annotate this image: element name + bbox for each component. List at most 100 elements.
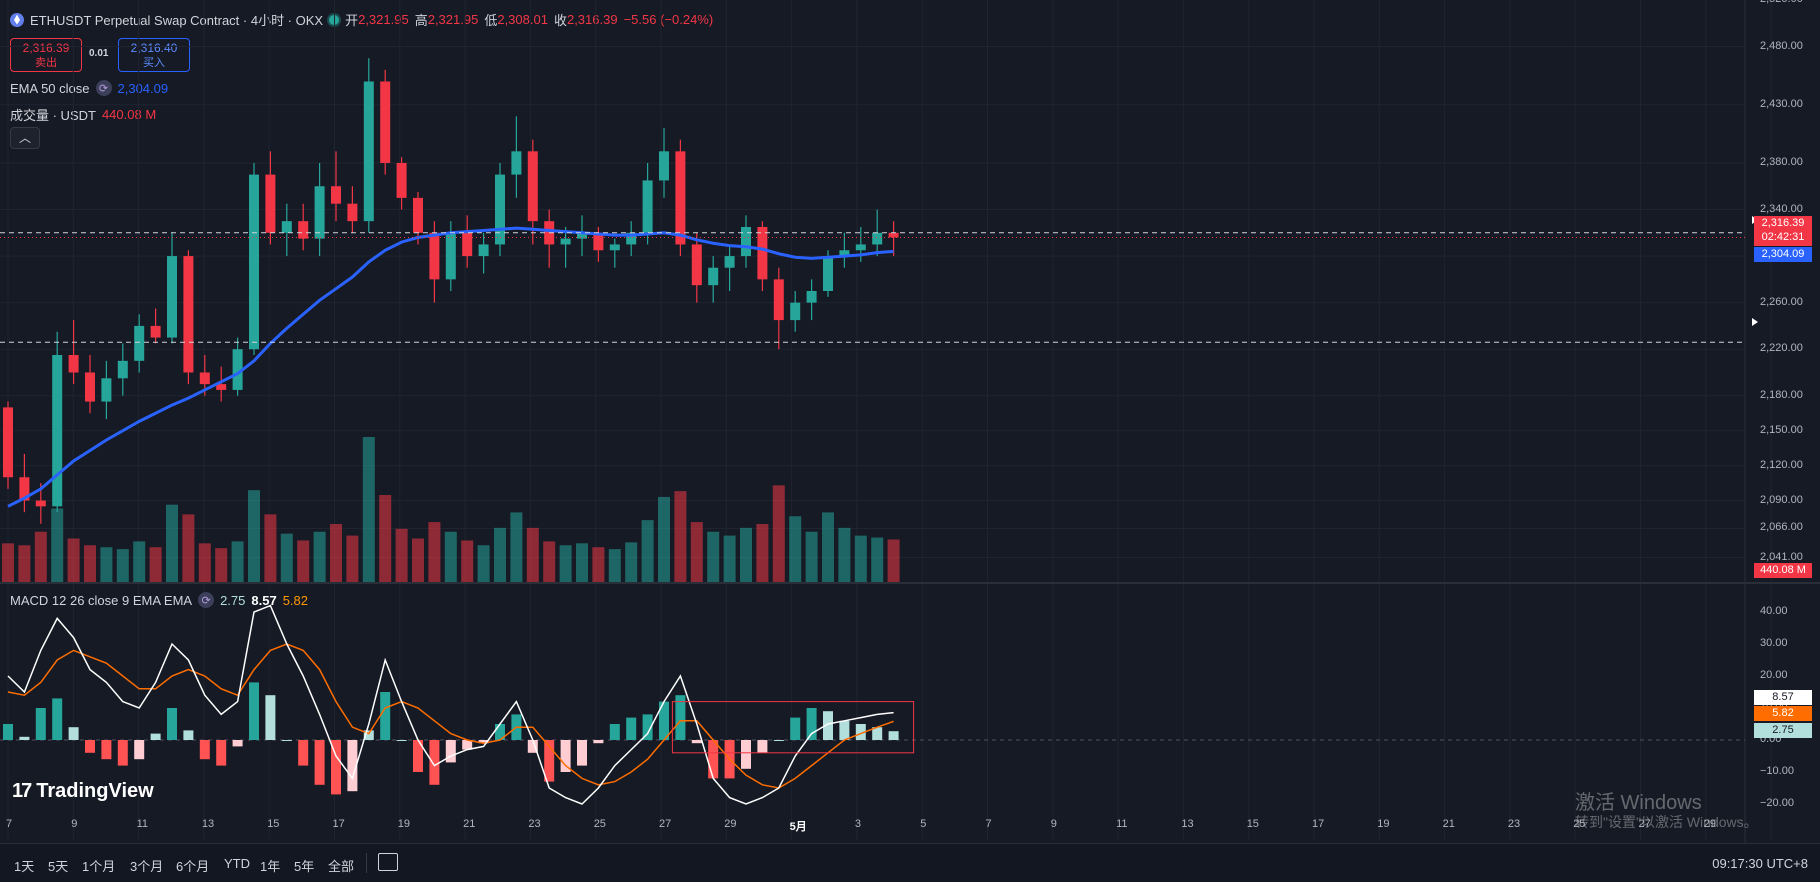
macd-histogram-bar bbox=[101, 740, 112, 760]
volume-bar bbox=[149, 547, 162, 582]
range-button[interactable]: 3个月 bbox=[130, 856, 163, 875]
candle-body bbox=[790, 302, 801, 321]
volume-bar bbox=[330, 524, 342, 582]
volume-bar bbox=[215, 548, 228, 582]
macd-histogram-bar bbox=[68, 727, 79, 740]
time-axis-label: 9 bbox=[71, 818, 78, 830]
macd-histogram-bar bbox=[593, 740, 604, 744]
candle-body bbox=[117, 360, 128, 379]
macd-histogram-bar bbox=[445, 740, 456, 763]
time-axis-label: 13 bbox=[201, 818, 215, 830]
candle-body bbox=[167, 256, 177, 338]
candle-body bbox=[314, 186, 325, 239]
range-button[interactable]: 全部 bbox=[328, 856, 354, 875]
range-button[interactable]: 5天 bbox=[48, 856, 68, 875]
price-axis-label: 2,340.00 bbox=[1760, 202, 1803, 215]
candle-body bbox=[511, 151, 522, 175]
candle-body bbox=[429, 232, 440, 280]
date-range-icon[interactable] bbox=[378, 853, 398, 871]
macd-histogram-bar bbox=[281, 740, 292, 741]
macd-axis-label: 40.00 bbox=[1760, 605, 1788, 617]
price-axis-label: 2,520.00 bbox=[1760, 0, 1803, 5]
candle-body bbox=[3, 407, 13, 478]
volume-bar bbox=[412, 538, 424, 582]
candle-body bbox=[52, 355, 63, 507]
volume-bar bbox=[67, 538, 80, 582]
volume-bar bbox=[51, 508, 64, 582]
clock[interactable]: 09:17:30 UTC+8 bbox=[1712, 856, 1808, 871]
macd-histogram-bar bbox=[298, 740, 309, 766]
macd-histogram-bar bbox=[265, 695, 276, 740]
windows-activation-hint: 转到"设置"以激活 Windows。 bbox=[1575, 814, 1758, 830]
macd-histogram-bar bbox=[773, 740, 784, 741]
price-chart[interactable] bbox=[0, 0, 1820, 843]
macd-signal-line bbox=[7, 643, 894, 789]
candle-body bbox=[85, 372, 95, 402]
last-price-tag: 2,316.39 02:42:31 bbox=[1754, 216, 1812, 246]
macd-legend[interactable]: MACD 12 26 close 9 EMA EMA ⟳ 2.75 8.57 5… bbox=[10, 592, 308, 608]
candle-body bbox=[150, 325, 161, 338]
time-axis-label: 9 bbox=[1050, 818, 1057, 830]
candle-body bbox=[527, 151, 538, 222]
price-axis-label: 2,380.00 bbox=[1760, 155, 1803, 168]
volume-bar bbox=[625, 542, 638, 582]
volume-bar bbox=[674, 491, 687, 582]
candle-body bbox=[495, 174, 505, 245]
volume-bar bbox=[822, 512, 834, 582]
candle-body bbox=[298, 221, 309, 239]
time-axis-label: 21 bbox=[1442, 818, 1455, 830]
macd-legend-signal: 5.82 bbox=[282, 592, 309, 608]
macd-histogram-bar bbox=[216, 740, 227, 766]
range-button[interactable]: 1年 bbox=[260, 856, 280, 875]
macd-histogram-bar bbox=[708, 740, 719, 779]
candle-body bbox=[134, 325, 145, 361]
candle-body bbox=[347, 203, 358, 222]
volume-bar bbox=[248, 490, 260, 582]
candle-body bbox=[757, 226, 768, 280]
volume-bar bbox=[34, 531, 47, 582]
hist-tag: 2.75 bbox=[1754, 723, 1812, 738]
volume-bar bbox=[166, 504, 178, 582]
volume-bar bbox=[280, 533, 293, 582]
price-axis-label: 2,260.00 bbox=[1760, 295, 1803, 308]
range-button[interactable]: 6个月 bbox=[176, 856, 209, 875]
macd-histogram-bar bbox=[19, 736, 30, 740]
range-button[interactable]: 5年 bbox=[294, 856, 314, 875]
volume-bar bbox=[379, 495, 392, 582]
volume-bar bbox=[543, 541, 556, 582]
volume-bar bbox=[789, 516, 802, 582]
volume-bar bbox=[658, 496, 670, 582]
tradingview-icon: 17 bbox=[12, 780, 32, 802]
time-axis-label: 17 bbox=[332, 818, 345, 830]
macd-axis-label: 20.00 bbox=[1760, 669, 1788, 681]
macd-histogram-bar bbox=[150, 733, 161, 740]
candle-body bbox=[413, 197, 423, 233]
macd-legend-hist: 2.75 bbox=[220, 592, 246, 608]
candle-body bbox=[101, 378, 112, 402]
range-button[interactable]: YTD bbox=[224, 856, 250, 871]
candle-body bbox=[659, 151, 669, 181]
macd-histogram-bar bbox=[134, 740, 145, 760]
range-button[interactable]: 1个月 bbox=[82, 856, 115, 875]
macd-axis-label: 30.00 bbox=[1760, 637, 1788, 649]
macd-histogram-bar bbox=[757, 740, 768, 753]
candle-body bbox=[265, 174, 276, 233]
time-axis-label: 23 bbox=[1507, 818, 1521, 830]
windows-activation-watermark: 激活 Windows bbox=[1575, 792, 1702, 814]
macd-axis-label: −10.00 bbox=[1760, 765, 1794, 777]
volume-bar bbox=[100, 547, 113, 582]
candle-body bbox=[363, 81, 374, 222]
toolbar-divider bbox=[366, 853, 367, 873]
time-axis-label: 3 bbox=[854, 818, 862, 830]
range-button[interactable]: 1天 bbox=[14, 856, 34, 875]
volume-bar bbox=[740, 527, 752, 582]
price-axis-label: 2,150.00 bbox=[1760, 423, 1803, 436]
time-axis-label: 11 bbox=[1116, 818, 1128, 830]
indicator-loading-icon: ⟳ bbox=[198, 592, 215, 608]
volume-bar bbox=[231, 541, 244, 582]
macd-histogram-bar bbox=[806, 708, 817, 740]
time-axis-label: 7 bbox=[6, 818, 13, 830]
tradingview-logo[interactable]: 17 TradingView bbox=[12, 780, 154, 803]
price-axis-label: 2,120.00 bbox=[1760, 458, 1803, 471]
volume-bar bbox=[526, 527, 539, 582]
